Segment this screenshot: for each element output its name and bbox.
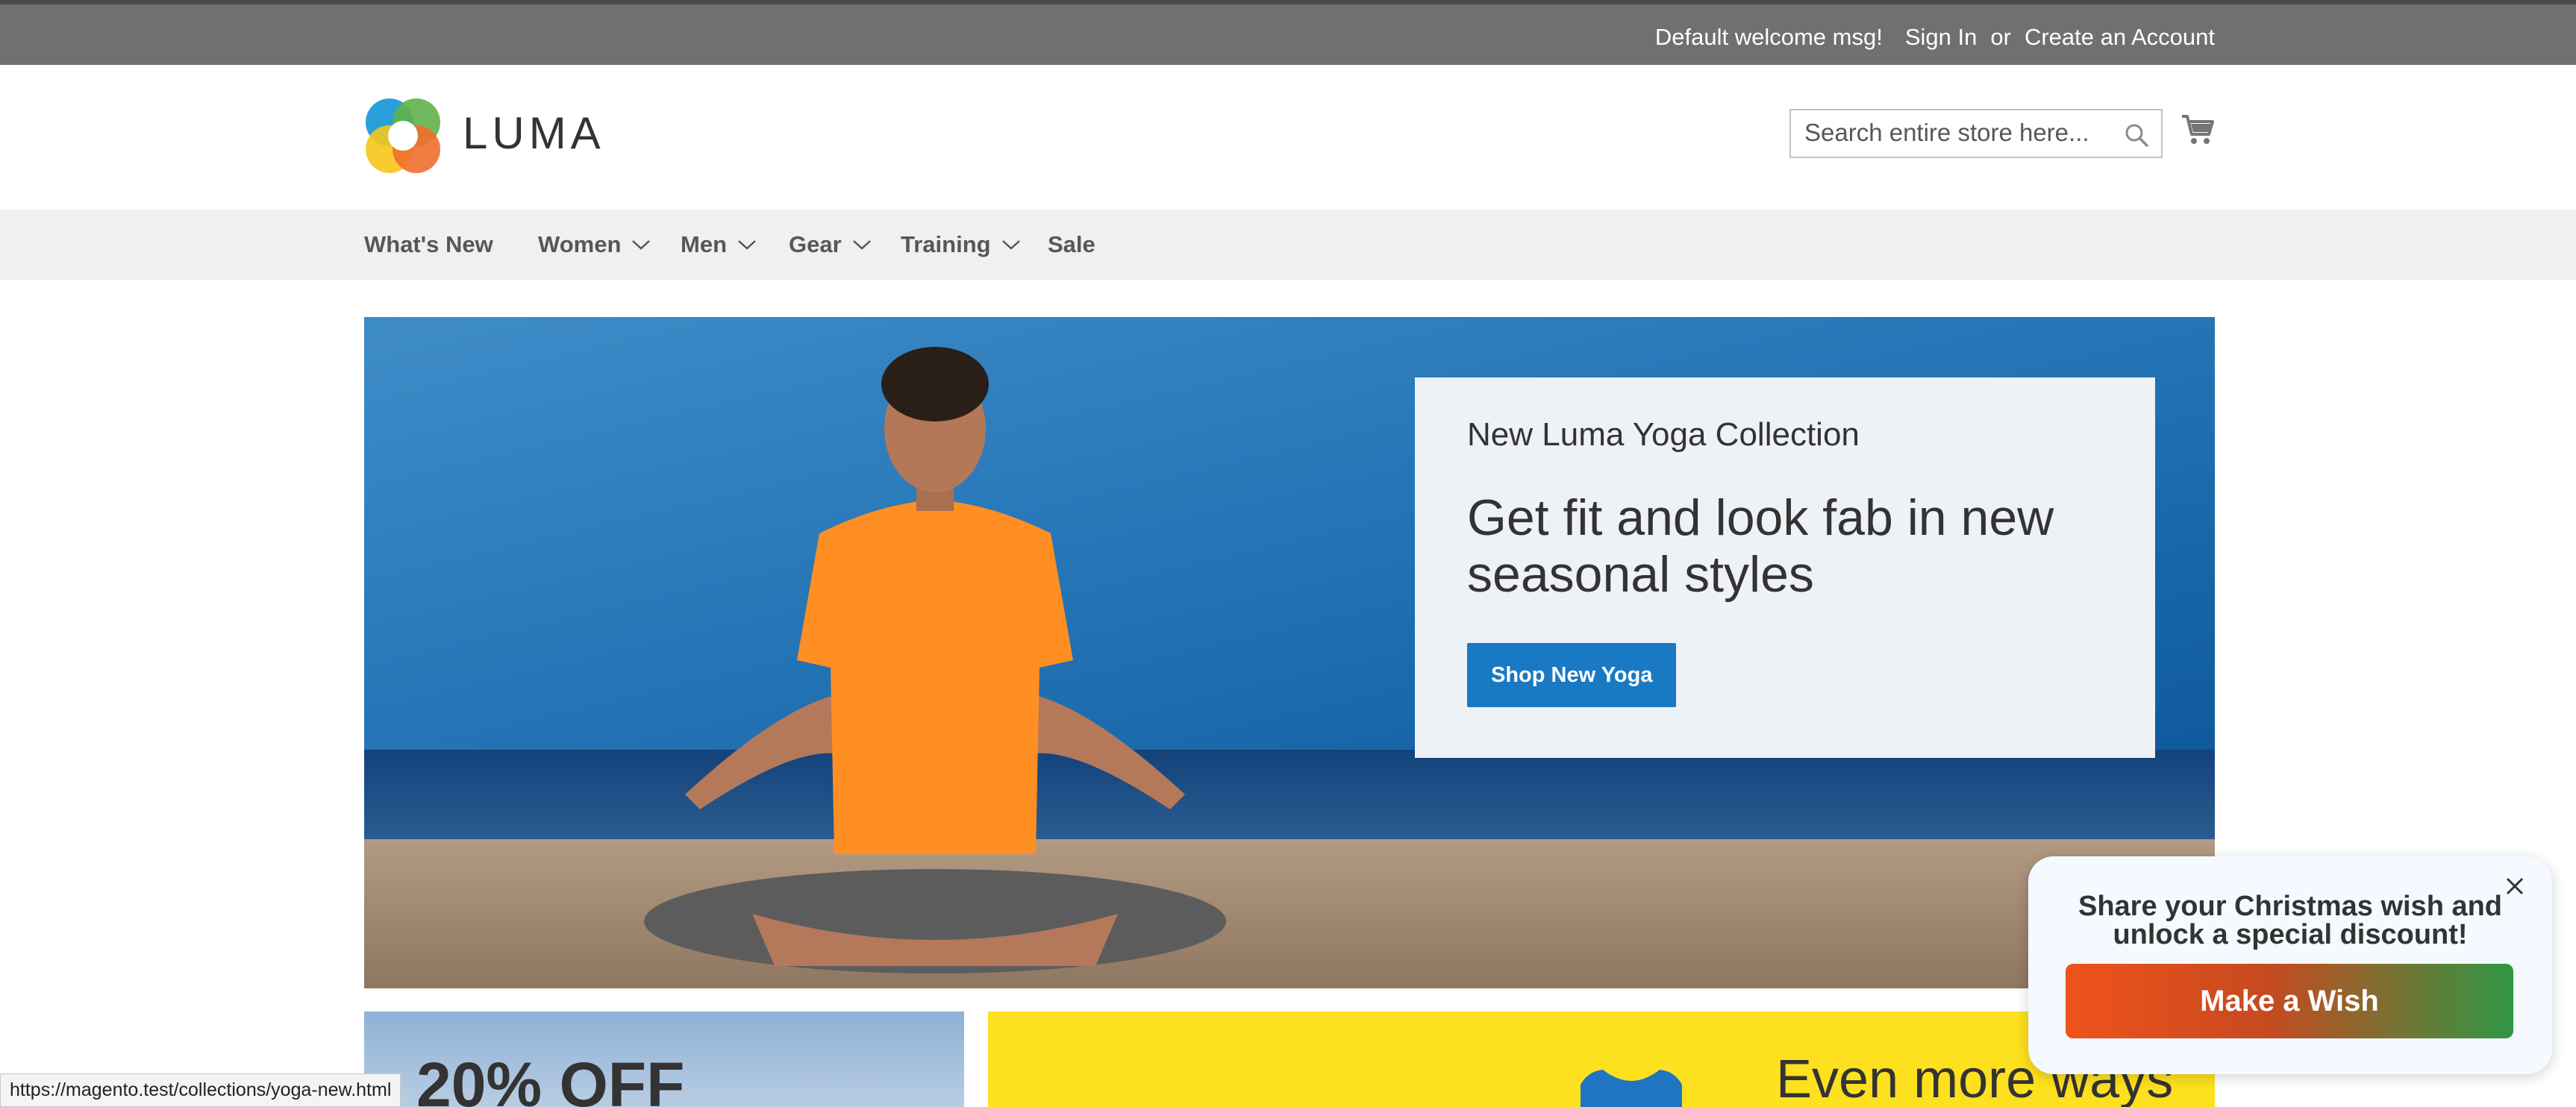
- chevron-down-icon: [632, 240, 651, 250]
- hero-banner[interactable]: New Luma Yoga Collection Get fit and loo…: [364, 317, 2215, 988]
- nav-item-men[interactable]: Men: [681, 210, 757, 280]
- nav-label: Gear: [789, 231, 842, 257]
- luma-logo-icon[interactable]: [364, 97, 442, 175]
- promo-card: New Luma Yoga Collection Get fit and loo…: [1415, 377, 2155, 758]
- status-bar-url: https://magento.test/collections/yoga-ne…: [0, 1073, 401, 1107]
- nav-item-training[interactable]: Training: [901, 210, 1021, 280]
- search-icon[interactable]: [2124, 122, 2149, 148]
- main-navigation: What's New Women Men Gear Training Sale: [0, 210, 2576, 280]
- logo-wordmark[interactable]: LUMA: [463, 107, 605, 159]
- or-separator: or: [1990, 24, 2011, 50]
- nav-label: Training: [901, 231, 991, 257]
- promo-block-discount[interactable]: 20% OFF: [364, 1012, 964, 1107]
- make-a-wish-button[interactable]: Make a Wish: [2066, 964, 2513, 1038]
- nav-item-whats-new[interactable]: What's New: [364, 210, 493, 280]
- nav-label: What's New: [364, 231, 493, 257]
- nav-item-sale[interactable]: Sale: [1048, 210, 1095, 280]
- promo-title: Get fit and look fab in new seasonal sty…: [1467, 489, 2054, 603]
- nav-label: Men: [681, 231, 727, 257]
- welcome-message: Default welcome msg!: [1654, 24, 1883, 50]
- search-box: [1789, 109, 2163, 158]
- wish-popup: Share your Christmas wish and unlock a s…: [2028, 856, 2552, 1074]
- cart-icon[interactable]: [2180, 113, 2215, 146]
- nav-item-gear[interactable]: Gear: [789, 210, 872, 280]
- chevron-down-icon: [1001, 240, 1020, 250]
- tank-top-image: [1581, 1070, 1682, 1107]
- chevron-down-icon: [852, 240, 871, 250]
- promo-block-heading: 20% OFF: [416, 1050, 685, 1107]
- shop-new-yoga-button[interactable]: Shop New Yoga: [1467, 643, 1677, 707]
- search-input[interactable]: [1791, 110, 2118, 155]
- nav-label: Sale: [1048, 231, 1095, 257]
- top-bar: Default welcome msg! Sign In or Create a…: [0, 0, 2576, 65]
- popup-message: Share your Christmas wish and unlock a s…: [2078, 891, 2503, 950]
- create-account-link[interactable]: Create an Account: [2025, 24, 2215, 51]
- nav-label: Women: [538, 231, 622, 257]
- nav-item-women[interactable]: Women: [538, 210, 651, 280]
- sign-in-link[interactable]: Sign In: [1905, 24, 1978, 51]
- chevron-down-icon: [738, 240, 756, 250]
- promo-subtitle: New Luma Yoga Collection: [1467, 416, 1860, 453]
- header-links: Default welcome msg! Sign In or Create a…: [1655, 22, 2215, 52]
